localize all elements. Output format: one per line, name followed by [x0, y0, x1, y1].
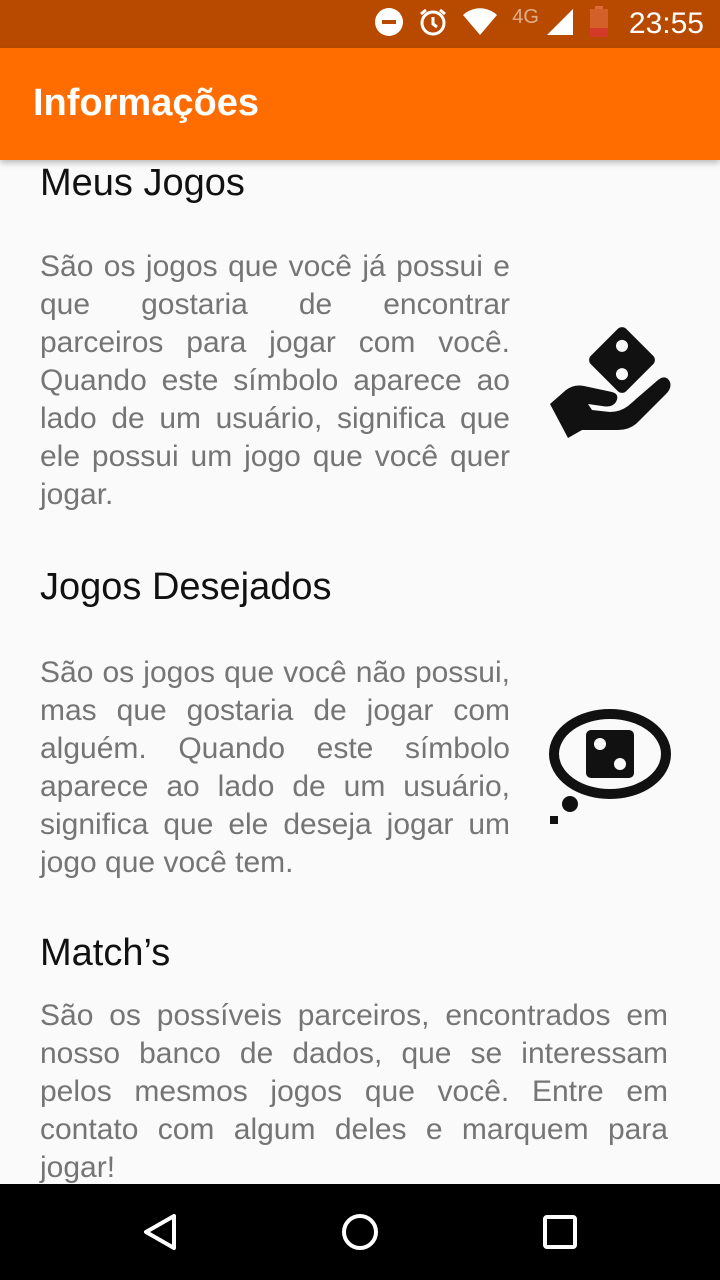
battery-low-icon: [589, 6, 609, 42]
do-not-disturb-icon: [374, 7, 404, 41]
signal-icon: [545, 7, 575, 41]
section-text-matchs: São os possíveis parceiros, encontrados …: [40, 999, 668, 1184]
navigation-bar: [0, 1184, 720, 1280]
wifi-icon: [462, 7, 498, 41]
home-icon: [342, 1214, 378, 1250]
app-bar: Informações: [0, 48, 720, 160]
page-title: Informações: [33, 82, 259, 124]
section-title-jogos-desejados: Jogos Desejados: [40, 566, 332, 608]
back-button[interactable]: [100, 1184, 220, 1280]
back-icon: [144, 1214, 176, 1250]
home-button[interactable]: [300, 1184, 420, 1280]
section-title-meus-jogos: Meus Jogos: [40, 162, 245, 204]
recents-icon: [543, 1215, 577, 1249]
thought-bubble-dice-icon: [548, 706, 672, 830]
clock: 23:55: [628, 7, 704, 40]
recents-button[interactable]: [500, 1184, 620, 1280]
hand-with-dice-icon: [548, 320, 672, 444]
info-content[interactable]: Meus Jogos São os jogos que você já poss…: [0, 160, 720, 1184]
section-text-meus-jogos: São os jogos que você já possui e que go…: [40, 250, 510, 511]
status-bar: 4G 23:55: [0, 0, 720, 48]
section-title-matchs: Match’s: [40, 932, 171, 974]
section-text-jogos-desejados: São os jogos que você não possui, mas qu…: [40, 656, 510, 879]
alarm-icon: [418, 7, 448, 41]
network-type: 4G: [512, 5, 539, 28]
